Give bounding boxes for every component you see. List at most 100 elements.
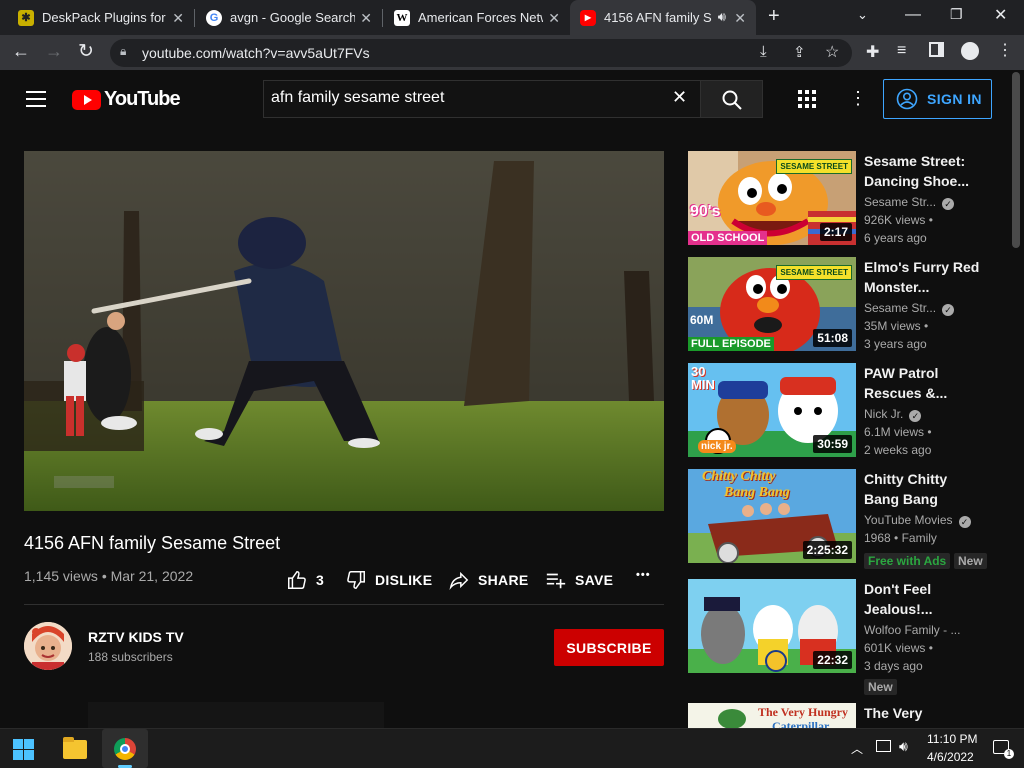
rec-channel[interactable]: Nick Jr. ✓ (864, 407, 922, 422)
recommendation-item[interactable]: The Very Hungry Caterpillar The Very (688, 703, 1008, 728)
windows-start-icon[interactable] (13, 739, 34, 760)
browser-tab-strip: ✱ DeskPack Plugins for A ✕ G avgn - Goog… (0, 0, 1024, 35)
playlist-add-icon (546, 573, 566, 589)
install-icon[interactable]: ⤓ (760, 43, 767, 60)
recommendation-item[interactable]: SESAME STREET 90's OLD SCHOOL 2:17 Sesam… (688, 151, 1008, 247)
rec-channel[interactable]: Wolfoo Family - ... (864, 623, 960, 637)
rec-views: 35M views • (864, 319, 929, 333)
menu-kebab-icon[interactable]: ⋮ (997, 40, 1013, 60)
rec-title[interactable]: The Very (864, 703, 982, 723)
reload-icon[interactable]: ↻ (78, 40, 94, 63)
close-tab-icon[interactable]: ✕ (548, 10, 560, 27)
more-actions-icon[interactable]: ••• (636, 569, 651, 581)
volume-icon[interactable]: 🔊︎ (899, 738, 908, 755)
forward-icon[interactable]: → (45, 41, 63, 62)
recommendation-item[interactable]: Chitty Chitty Bang Bang 2:25:32 Chitty C… (688, 469, 1008, 569)
like-button[interactable]: 3 (286, 569, 324, 591)
thumbnail[interactable]: 30 MIN nick jr. 30:59 (688, 363, 856, 457)
rec-views: 1968 • Family (864, 531, 937, 545)
account-icon (896, 88, 918, 110)
rec-title[interactable]: Don't Feel Jealous!... (864, 579, 982, 619)
recommendation-item[interactable]: 22:32 Don't Feel Jealous!... Wolfoo Fami… (688, 579, 1008, 697)
share-page-icon[interactable]: ⇪ (793, 43, 806, 61)
profile-icon[interactable] (961, 42, 979, 60)
audio-playing-icon[interactable]: 🔊︎ (718, 9, 726, 25)
extensions-icon[interactable]: ✚ (866, 42, 879, 62)
network-icon[interactable] (876, 740, 891, 752)
recommendation-item[interactable]: SESAME STREET 60M FULL EPISODE 51:08 Elm… (688, 257, 1008, 353)
rec-title[interactable]: Chitty Chitty Bang Bang (864, 469, 982, 509)
save-button[interactable]: SAVE (545, 569, 613, 591)
subscribe-button[interactable]: SUBSCRIBE (554, 629, 664, 666)
close-window-icon[interactable]: ✕ (994, 5, 1007, 25)
address-bar[interactable]: 🔒︎ youtube.com/watch?v=avv5aUt7FVs ⤓ ⇪ ☆ (110, 39, 852, 67)
dislike-button[interactable]: DISLIKE (345, 569, 432, 591)
back-icon[interactable]: ← (12, 41, 30, 62)
search-button[interactable] (700, 80, 763, 118)
apps-grid-icon[interactable] (798, 90, 816, 108)
video-views-date: 1,145 views • Mar 21, 2022 (24, 568, 194, 584)
close-tab-icon[interactable]: ✕ (734, 10, 746, 27)
rec-channel[interactable]: Sesame Str... ✓ (864, 195, 955, 210)
clock-date[interactable]: 4/6/2022 (927, 750, 974, 764)
video-title: 4156 AFN family Sesame Street (24, 533, 281, 553)
lock-icon[interactable]: 🔒︎ (120, 44, 126, 59)
restore-icon[interactable]: ❐ (950, 6, 963, 23)
youtube-icon: ▶ (580, 9, 596, 26)
search-input[interactable]: afn family sesame street (271, 89, 444, 107)
hamburger-menu-icon[interactable] (26, 91, 46, 107)
page-scrollbar[interactable] (1012, 72, 1020, 248)
rec-title[interactable]: PAW Patrol Rescues &... (864, 363, 982, 403)
tab-search-icon[interactable]: ⌄ (857, 7, 868, 23)
rec-age: 3 days ago (864, 659, 923, 673)
thumbnail[interactable]: 22:32 (688, 579, 856, 673)
rec-age: 2 weeks ago (864, 443, 932, 457)
rec-title[interactable]: Elmo's Furry Red Monster... (864, 257, 982, 297)
sesame-street-logo: SESAME STREET (776, 265, 852, 280)
chrome-taskbar-button[interactable] (102, 729, 148, 768)
clear-search-icon[interactable]: ✕ (672, 87, 687, 108)
rec-channel[interactable]: YouTube Movies ✓ (864, 513, 971, 528)
recommendation-item[interactable]: 30 MIN nick jr. 30:59 PAW Patrol Rescues… (688, 363, 1008, 459)
close-tab-icon[interactable]: ✕ (172, 10, 184, 27)
video-duration: 51:08 (813, 329, 852, 347)
settings-kebab-icon[interactable]: ⋮ (849, 88, 867, 109)
wikipedia-icon: W (394, 9, 410, 26)
tray-overflow-icon[interactable]: ︿ (851, 740, 863, 757)
thumb-overlay-label: Bang Bang (724, 485, 790, 500)
close-tab-icon[interactable]: ✕ (360, 10, 372, 27)
file-explorer-icon[interactable] (63, 737, 87, 759)
caterpillar-illustration (718, 709, 746, 728)
rec-views: 6.1M views • (864, 425, 932, 439)
bookmark-star-icon[interactable]: ☆ (825, 42, 839, 62)
media-control-icon[interactable]: ≡ (897, 42, 906, 60)
thumb-overlay-label: OLD SCHOOL (688, 231, 768, 245)
rec-channel[interactable]: Sesame Str... ✓ (864, 301, 955, 316)
tab-title: American Forces Netw (418, 10, 543, 25)
channel-avatar[interactable] (24, 622, 72, 670)
browser-tab[interactable]: G avgn - Google Search ✕ (196, 0, 382, 35)
minimize-icon[interactable]: — (905, 6, 921, 24)
thumbnail[interactable]: SESAME STREET 90's OLD SCHOOL 2:17 (688, 151, 856, 245)
free-with-ads-badge: Free with Ads (864, 553, 951, 569)
rec-title[interactable]: Sesame Street: Dancing Shoe... (864, 151, 982, 191)
clock-time[interactable]: 11:10 PM (927, 732, 977, 746)
browser-tab[interactable]: ✱ DeskPack Plugins for A ✕ (8, 0, 194, 35)
share-button[interactable]: SHARE (448, 569, 529, 591)
thumbnail[interactable]: SESAME STREET 60M FULL EPISODE 51:08 (688, 257, 856, 351)
side-panel-icon[interactable] (929, 42, 944, 57)
search-box[interactable]: afn family sesame street ✕ (263, 80, 700, 118)
tab-title: 4156 AFN family Se (604, 10, 712, 25)
thumbnail[interactable]: Chitty Chitty Bang Bang 2:25:32 (688, 469, 856, 563)
sign-in-button[interactable]: SIGN IN (883, 79, 992, 119)
browser-tab-active[interactable]: ▶ 4156 AFN family Se 🔊︎ ✕ (570, 0, 756, 35)
description-box[interactable] (88, 702, 384, 728)
thumbnail[interactable]: The Very Hungry Caterpillar (688, 703, 856, 728)
browser-tab[interactable]: W American Forces Netw ✕ (384, 0, 570, 35)
youtube-logo[interactable]: YouTube (72, 88, 181, 111)
channel-name[interactable]: RZTV KIDS TV (88, 629, 184, 645)
rec-channel-name: Sesame Str... (864, 195, 937, 209)
dislike-label: DISLIKE (375, 572, 433, 588)
new-tab-icon[interactable]: + (768, 5, 780, 28)
video-player[interactable] (24, 151, 664, 511)
